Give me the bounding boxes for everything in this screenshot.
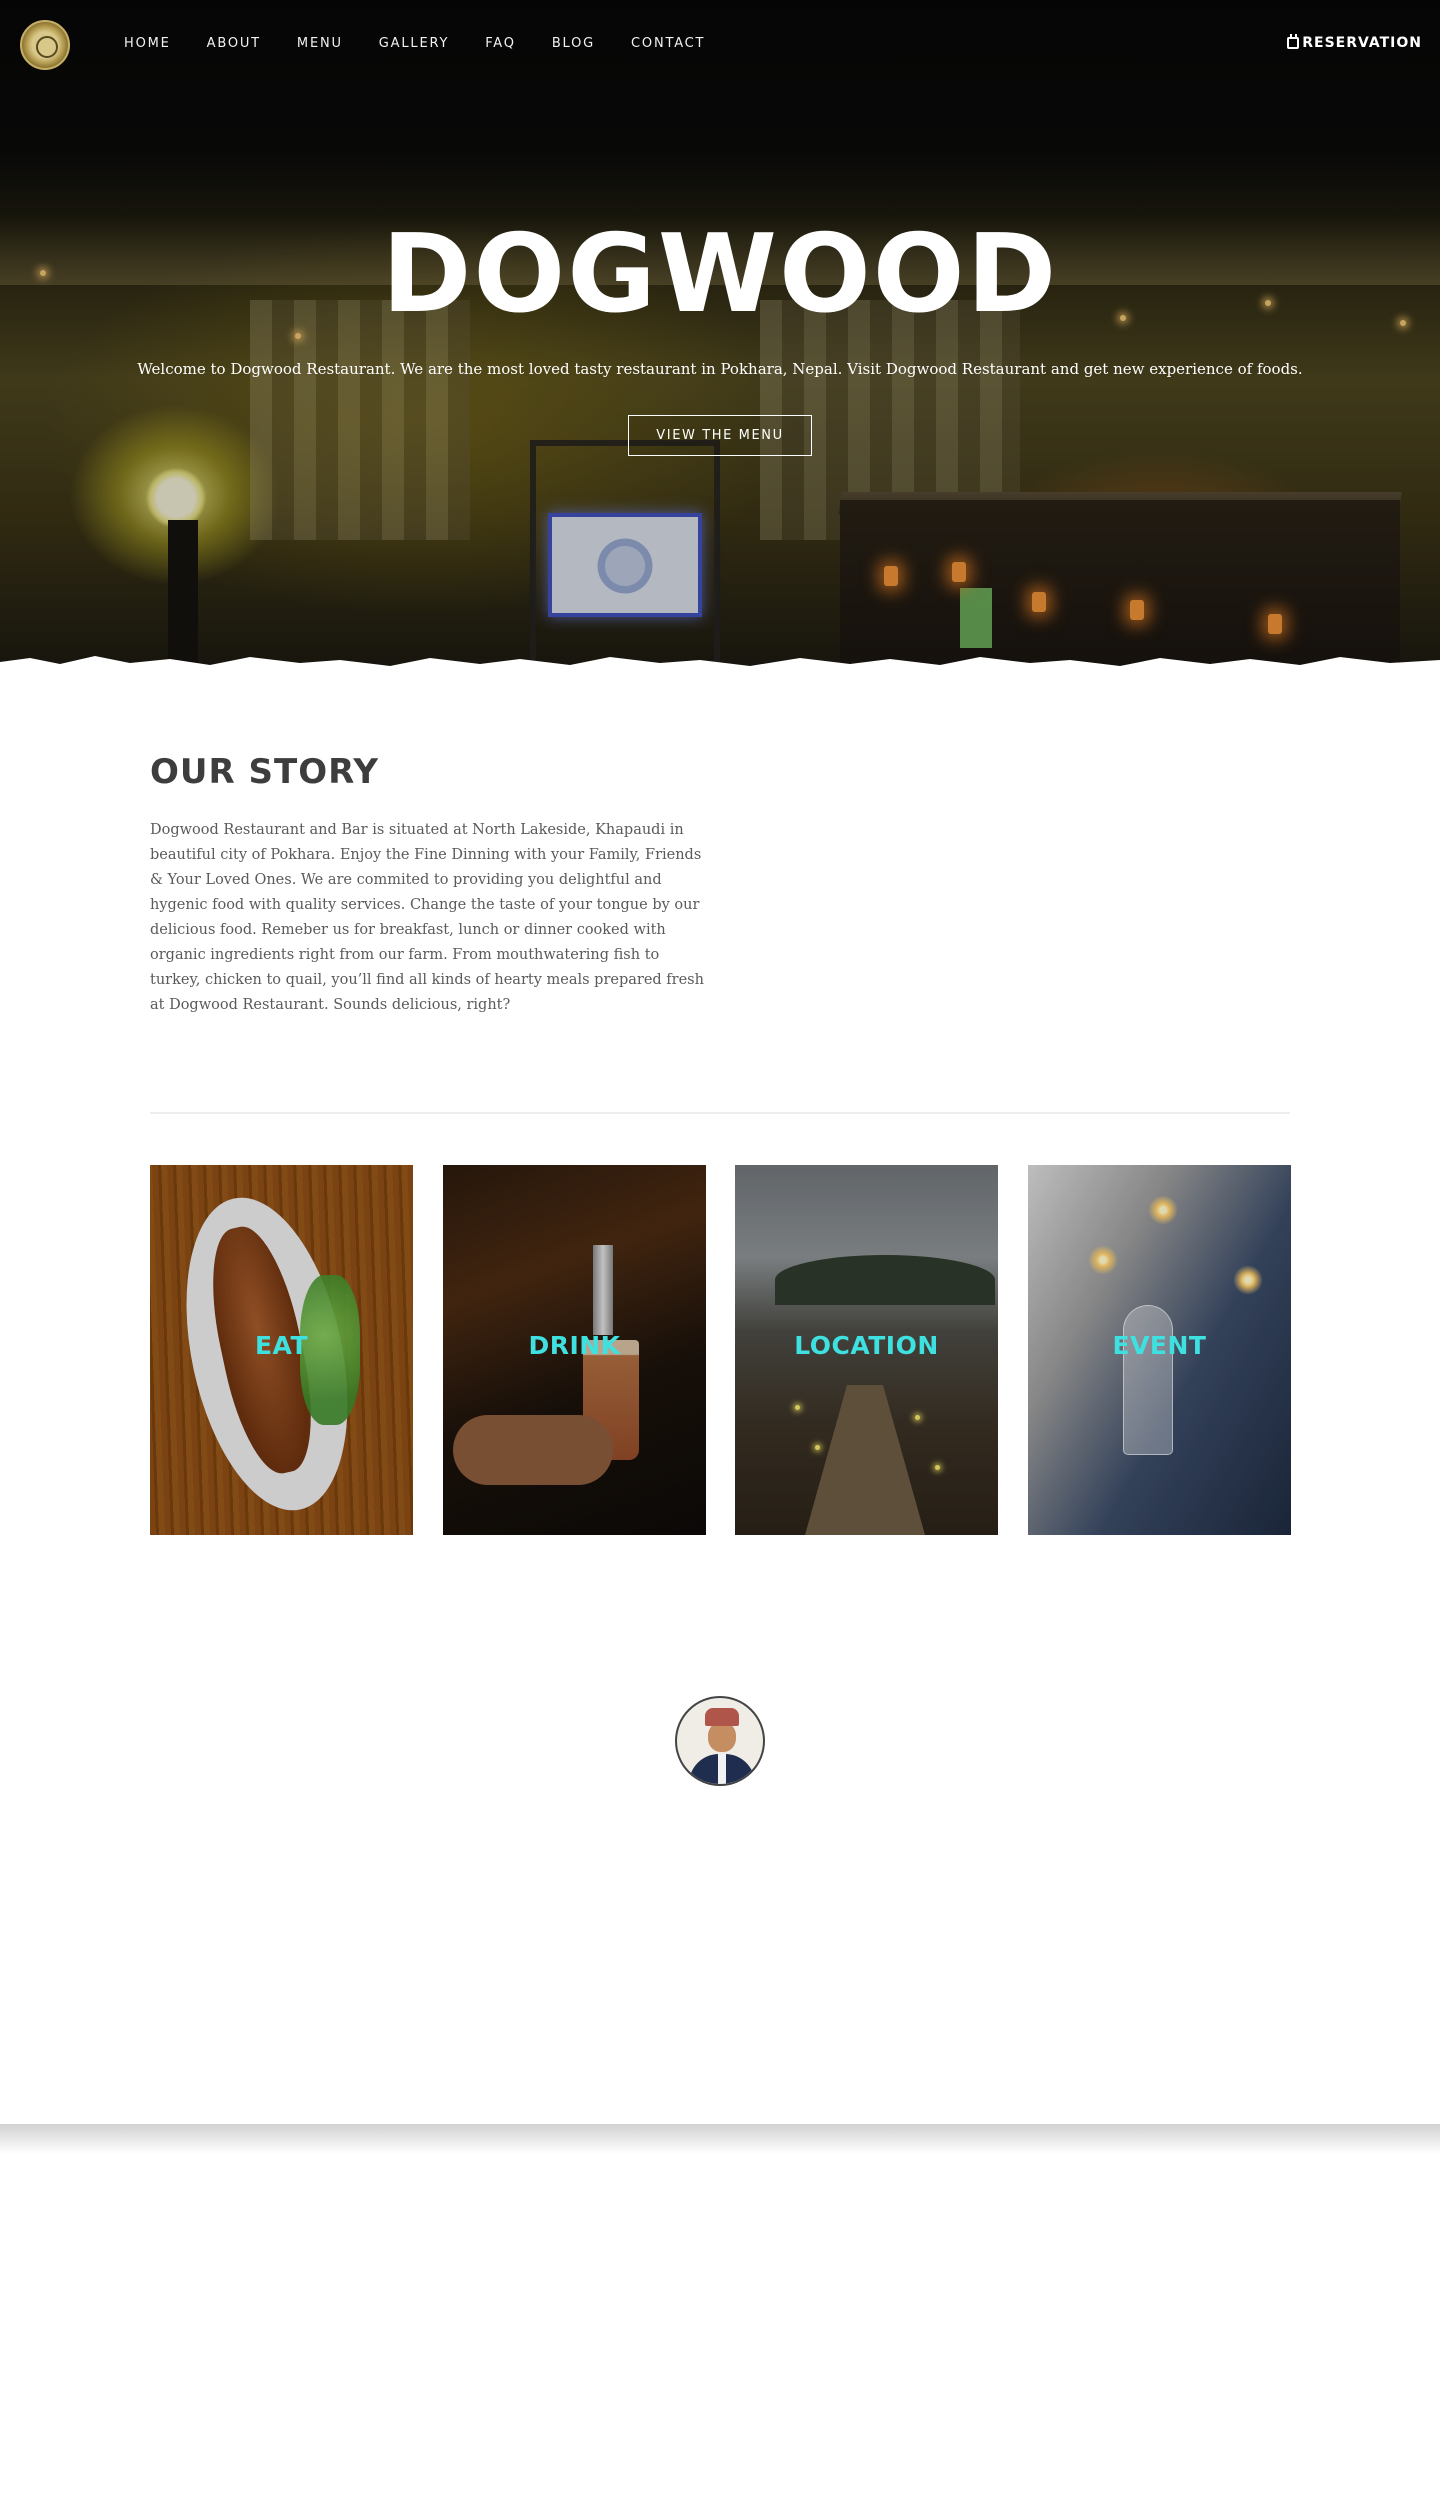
testimonial-avatar [675, 1696, 765, 1786]
card-drink[interactable]: DRINK [443, 1165, 706, 1535]
nav-link-about[interactable]: ABOUT [207, 36, 261, 51]
avatar-hat [705, 1708, 739, 1726]
top-navigation: HOME ABOUT MENU GALLERY FAQ BLOG CONTACT… [0, 0, 1440, 90]
card-eat[interactable]: EAT [150, 1165, 413, 1535]
story-title: OUR STORY [150, 752, 380, 792]
hero-overlay [0, 0, 1440, 676]
hero-torn-edge [0, 656, 1440, 676]
card-location[interactable]: LOCATION [735, 1165, 998, 1535]
card-label: EVENT [1112, 1331, 1207, 1360]
hero-title: DOGWOOD [381, 212, 1059, 337]
avatar-shirt [718, 1754, 726, 1784]
calendar-icon [1287, 34, 1300, 49]
nav-link-home[interactable]: HOME [124, 36, 171, 51]
card-event[interactable]: EVENT [1028, 1165, 1291, 1535]
nav-link-faq[interactable]: FAQ [485, 36, 516, 51]
avatar-face [708, 1722, 736, 1752]
hero-subtitle: Welcome to Dogwood Restaurant. We are th… [137, 360, 1303, 378]
nav-link-menu[interactable]: MENU [297, 36, 343, 51]
reservation-label: RESERVATION [1302, 35, 1422, 51]
nav-link-gallery[interactable]: GALLERY [379, 36, 449, 51]
story-text: Dogwood Restaurant and Bar is situated a… [150, 822, 704, 1013]
card-label: LOCATION [794, 1331, 939, 1360]
section-bottom-shadow [0, 2124, 1440, 2154]
reservation-button[interactable]: RESERVATION [1287, 34, 1422, 51]
dogwood-logo-icon[interactable] [20, 20, 70, 70]
section-divider [150, 1112, 1290, 1114]
card-label: DRINK [528, 1331, 621, 1360]
view-menu-button[interactable]: VIEW THE MENU [628, 415, 812, 456]
card-label: EAT [254, 1331, 309, 1360]
nav-link-contact[interactable]: CONTACT [631, 36, 705, 51]
nav-links: HOME ABOUT MENU GALLERY FAQ BLOG CONTACT [124, 36, 741, 51]
hero-section: HOME ABOUT MENU GALLERY FAQ BLOG CONTACT… [0, 0, 1440, 676]
nav-link-blog[interactable]: BLOG [552, 36, 595, 51]
